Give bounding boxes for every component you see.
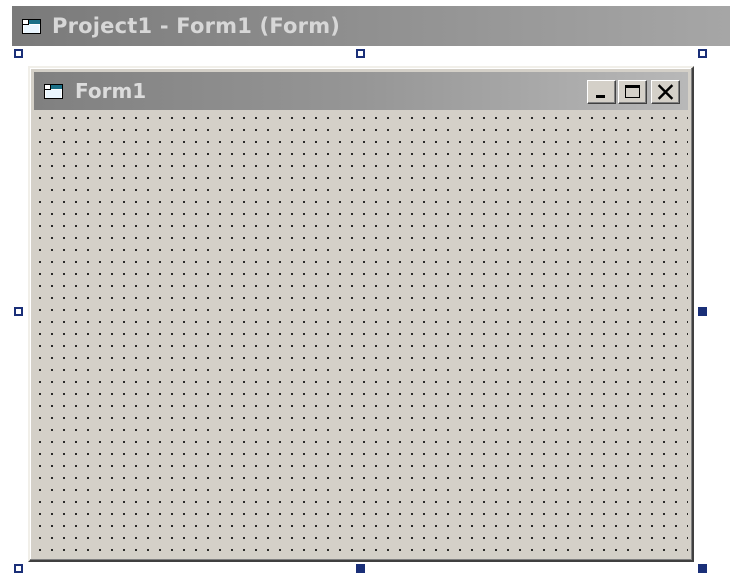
form-window[interactable]: Form1 xyxy=(28,66,694,562)
resize-handle-top-right xyxy=(698,49,707,58)
form-icon xyxy=(22,18,42,35)
caption-buttons xyxy=(587,80,680,104)
maximize-button[interactable] xyxy=(618,80,647,104)
form-icon xyxy=(44,83,64,100)
close-button[interactable] xyxy=(651,80,680,104)
close-icon xyxy=(657,84,674,100)
designer-titlebar[interactable]: Project1 - Form1 (Form) xyxy=(12,6,730,46)
resize-handle-middle-left xyxy=(14,307,23,316)
minimize-button[interactable] xyxy=(587,80,616,104)
resize-handle-top-center xyxy=(356,49,365,58)
form-titlebar[interactable]: Form1 xyxy=(34,72,688,110)
form-design-surface[interactable] xyxy=(34,112,688,556)
resize-handle-middle-right[interactable] xyxy=(698,307,707,316)
designer-title: Project1 - Form1 (Form) xyxy=(52,14,341,38)
resize-handle-top-left xyxy=(14,49,23,58)
maximize-icon xyxy=(625,85,640,98)
form-title: Form1 xyxy=(75,79,147,103)
minimize-icon xyxy=(596,95,605,98)
